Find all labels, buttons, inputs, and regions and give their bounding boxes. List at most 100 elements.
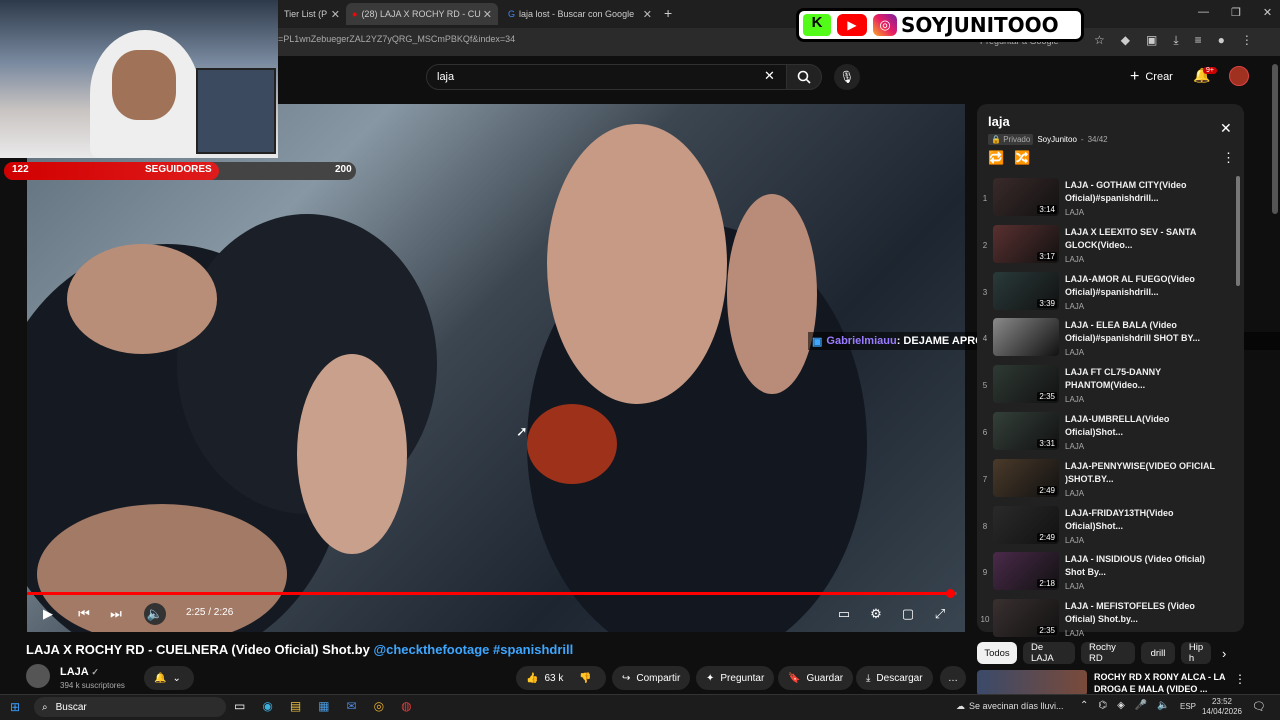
- minimize-icon[interactable]: —: [1198, 6, 1209, 19]
- subtitles-button[interactable]: ▭: [834, 604, 854, 624]
- playlist-item-title[interactable]: LAJA - ELEA BALA (Video Oficial)#spanish…: [1065, 319, 1215, 345]
- more-actions-button[interactable]: …: [940, 666, 966, 690]
- ask-button[interactable]: ✦ Preguntar: [696, 666, 775, 690]
- edge-icon[interactable]: ◉: [262, 699, 272, 713]
- page-scrollbar[interactable]: [1272, 64, 1278, 214]
- notification-center-icon[interactable]: 🗨: [1252, 700, 1266, 713]
- playlist-item-thumbnail[interactable]: 2:49: [993, 505, 1059, 544]
- playlist-item-thumbnail[interactable]: 2:35: [993, 365, 1059, 404]
- speaker-icon[interactable]: 🔈: [1157, 700, 1169, 711]
- network-icon[interactable]: ⌬: [1098, 700, 1107, 711]
- playlist-item-thumbnail[interactable]: 3:17: [993, 224, 1059, 263]
- clear-search-icon[interactable]: ✕: [764, 68, 775, 84]
- tray-app-icon[interactable]: ◈: [1117, 700, 1125, 711]
- playlist-item[interactable]: 2 3:17 LAJA X LEEXITO SEV - SANTA GLOCK(Vi…: [977, 224, 1237, 272]
- chip-rochy-rd[interactable]: Rochy RD: [1081, 642, 1135, 664]
- playlist-item-thumbnail[interactable]: 2:18: [993, 552, 1059, 591]
- chip-drill[interactable]: drill: [1141, 642, 1175, 664]
- playlist-owner[interactable]: SoyJunitoo: [1037, 135, 1077, 144]
- recommended-thumbnail[interactable]: [977, 670, 1087, 696]
- playlist-item-title[interactable]: LAJA-FRIDAY13TH(Video Oficial)Shot...: [1065, 507, 1215, 533]
- chrome-icon[interactable]: ◎: [374, 699, 384, 713]
- bookmark-star-icon[interactable]: ☆: [1094, 33, 1105, 48]
- playlist-item[interactable]: 5 2:35 LAJA FT CL75-DANNY PHANTOM(Video...…: [977, 365, 1237, 412]
- playlist-item[interactable]: 9 2:18 LAJA - INSIDIOUS (Video Oficial) Sh…: [977, 552, 1237, 599]
- playlist-item-title[interactable]: LAJA X LEEXITO SEV - SANTA GLOCK(Video..…: [1065, 226, 1215, 252]
- playlist-menu-icon[interactable]: ⋮: [1222, 150, 1235, 166]
- keyboard-language[interactable]: ESP: [1180, 702, 1196, 711]
- playlist-item[interactable]: 10 2:35 LAJA - MEFISTOFELES (Video Oficial…: [977, 599, 1237, 646]
- browser-tab[interactable]: G laja lost - Buscar con Google ✕: [502, 3, 658, 25]
- chip-de-laja[interactable]: De LAJA: [1023, 642, 1075, 664]
- title-link-hashtag[interactable]: #spanishdrill: [493, 642, 573, 657]
- share-button[interactable]: ↪ Compartir: [612, 666, 691, 690]
- obs-icon[interactable]: ◍: [401, 699, 411, 713]
- extension-icon[interactable]: ◆: [1121, 33, 1130, 48]
- restore-icon[interactable]: ❐: [1231, 6, 1241, 19]
- chip-hip-hop[interactable]: Hip h: [1181, 642, 1211, 664]
- close-tab-icon[interactable]: ✕: [483, 8, 492, 21]
- playlist-item-title[interactable]: LAJA-PENNYWISE(VIDEO OFICIAL )SHOT.BY...: [1065, 460, 1215, 486]
- playlist-item-title[interactable]: LAJA - INSIDIOUS (Video Oficial) Shot By…: [1065, 553, 1215, 579]
- title-link-handle[interactable]: @checkthefootage: [373, 642, 489, 657]
- playlist-item[interactable]: 8 2:49 LAJA-FRIDAY13TH(Video Oficial)Shot.…: [977, 505, 1237, 553]
- chip-todos[interactable]: Todos: [977, 642, 1017, 664]
- task-view-icon[interactable]: ▭: [234, 699, 245, 713]
- close-tab-icon[interactable]: ✕: [331, 8, 340, 21]
- fullscreen-button[interactable]: ⤢: [930, 604, 950, 624]
- recommended-title[interactable]: ROCHY RD X RONY ALCA - LA DROGA E MALA (…: [1094, 671, 1226, 695]
- playlist-item[interactable]: 7 2:49 LAJA-PENNYWISE(VIDEO OFICIAL )SHOT.…: [977, 458, 1237, 506]
- weather-widget[interactable]: ☁ Se avecinan días lluvi...: [956, 701, 1064, 712]
- outlook-icon[interactable]: ✉: [347, 699, 357, 713]
- next-button[interactable]: ⏭: [106, 604, 126, 624]
- playlist-item[interactable]: 1 3:14 LAJA - GOTHAM CITY(Video Oficial)#s…: [977, 178, 1237, 225]
- playlist-item-thumbnail[interactable]: 3:14: [993, 178, 1059, 216]
- playlist-item[interactable]: 6 3:31 LAJA-UMBRELLA(Video Oficial)Shot...…: [977, 412, 1237, 459]
- playlist-item-thumbnail[interactable]: 3:31: [993, 412, 1059, 450]
- close-playlist-icon[interactable]: ✕: [1220, 120, 1232, 137]
- close-tab-icon[interactable]: ✕: [643, 8, 652, 21]
- dislike-icon[interactable]: 👎: [579, 673, 591, 684]
- settings-button[interactable]: ⚙: [866, 604, 886, 624]
- profile-icon[interactable]: ●: [1218, 33, 1225, 48]
- playlist-item-thumbnail[interactable]: 3:39: [993, 271, 1059, 310]
- loop-icon[interactable]: 🔁: [988, 150, 1004, 166]
- url-text[interactable]: =PL1wnZebuegerZAL2YZ7yQRG_MSCmPBKQf&inde…: [278, 34, 515, 44]
- playlist-item-title[interactable]: LAJA FT CL75-DANNY PHANTOM(Video...: [1065, 366, 1215, 392]
- download-icon[interactable]: ⤓: [1173, 33, 1178, 48]
- avatar[interactable]: [1229, 66, 1249, 86]
- search-button[interactable]: [786, 64, 822, 90]
- recommended-menu-icon[interactable]: ⋮: [1234, 672, 1246, 686]
- voice-search-button[interactable]: 🎙: [834, 64, 860, 90]
- play-button[interactable]: ▶: [38, 604, 58, 624]
- playlist-item-thumbnail[interactable]: 2:35: [993, 599, 1059, 638]
- video-player[interactable]: [27, 104, 965, 632]
- puzzle-icon[interactable]: ▣: [1146, 33, 1157, 48]
- mic-icon[interactable]: 🎤: [1135, 700, 1147, 711]
- new-tab-button[interactable]: +: [664, 5, 672, 21]
- playlist-title[interactable]: laja: [988, 114, 1010, 129]
- volume-button[interactable]: 🔈: [144, 603, 166, 625]
- previous-button[interactable]: ⏮: [74, 604, 94, 624]
- like-icon[interactable]: 👍: [526, 673, 538, 684]
- browser-tab-active[interactable]: ● (28) LAJA X ROCHY RD - CU ✕: [346, 3, 498, 25]
- playlist-item-thumbnail[interactable]: [993, 318, 1059, 357]
- download-button[interactable]: ⤓ Descargar: [856, 666, 933, 690]
- playlist-item-title[interactable]: LAJA-AMOR AL FUEGO(Video Oficial)#spanis…: [1065, 273, 1215, 299]
- save-button[interactable]: 🔖 Guardar: [778, 666, 854, 690]
- channel-name[interactable]: LAJA ✓: [60, 666, 99, 678]
- playlist-item[interactable]: 3 3:39 LAJA-AMOR AL FUEGO(Video Oficial)#s…: [977, 271, 1237, 319]
- channel-avatar[interactable]: [26, 664, 50, 688]
- like-count[interactable]: 63 k: [544, 673, 563, 684]
- shuffle-icon[interactable]: 🔀: [1014, 150, 1030, 166]
- search-input[interactable]: laja: [426, 64, 790, 90]
- chips-next-icon[interactable]: ›: [1222, 646, 1226, 661]
- theater-button[interactable]: ▢: [898, 604, 918, 624]
- menu-kebab-icon[interactable]: ⋮: [1241, 33, 1253, 48]
- playlist-item-thumbnail[interactable]: 2:49: [993, 458, 1059, 497]
- playlist-icon[interactable]: ≡: [1195, 33, 1202, 48]
- taskbar-search[interactable]: ⌕ Buscar: [34, 697, 226, 717]
- store-icon[interactable]: ▦: [318, 699, 329, 713]
- playlist-item-title[interactable]: LAJA-UMBRELLA(Video Oficial)Shot...: [1065, 413, 1215, 439]
- clock[interactable]: 23:52 14/04/2026: [1200, 697, 1244, 717]
